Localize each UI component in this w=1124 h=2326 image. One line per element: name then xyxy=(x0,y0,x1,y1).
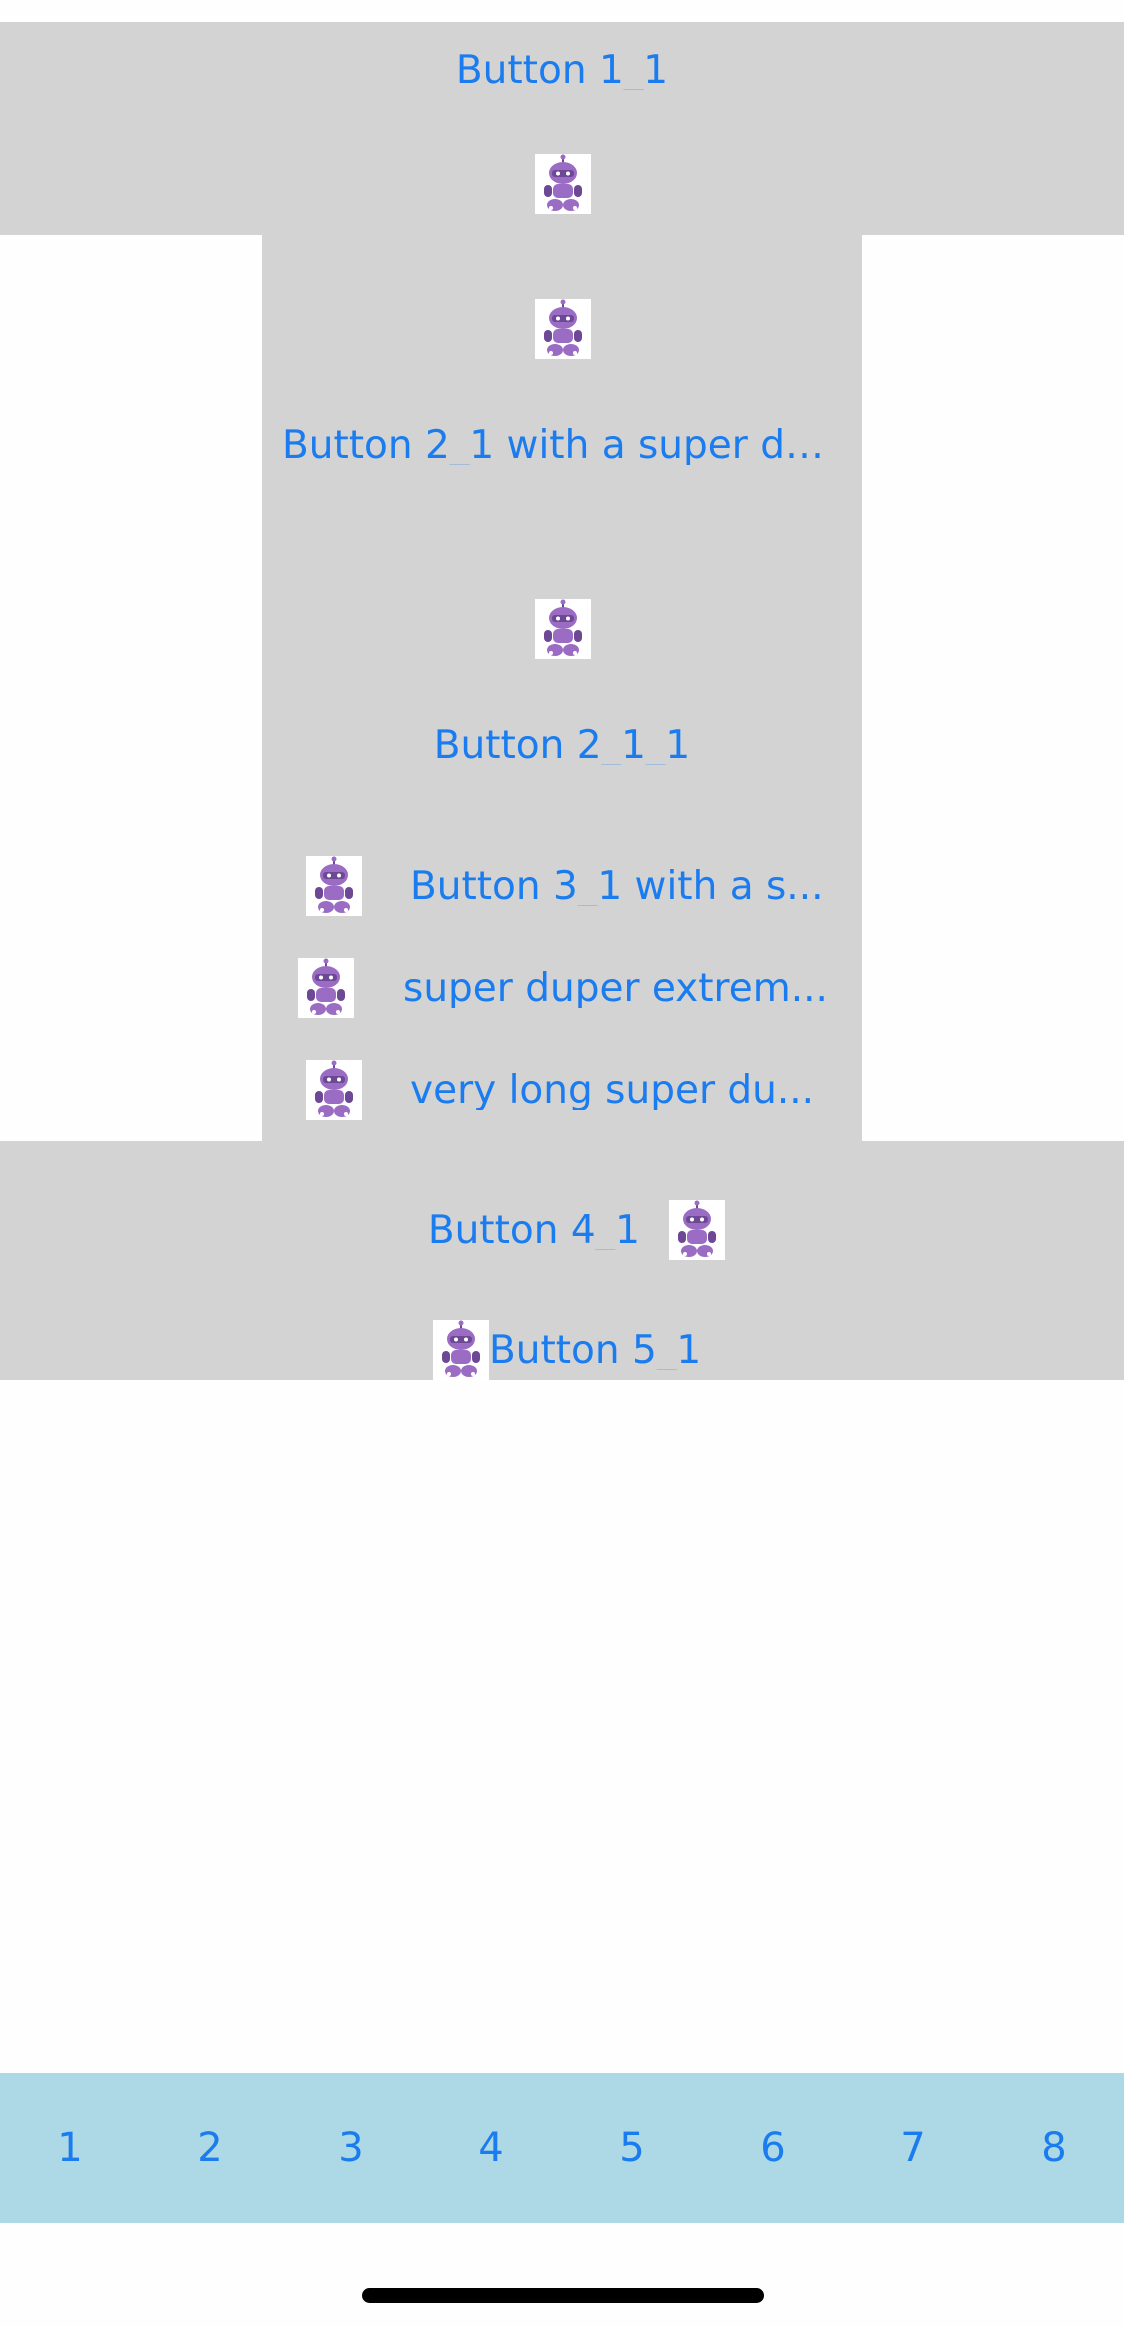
tab-4-label: 4 xyxy=(478,2125,504,2171)
button-2-1-1-label: Button 2_1_1 xyxy=(433,725,691,765)
robot-icon[interactable] xyxy=(535,299,591,359)
button-3-2[interactable]: super duper extrem... xyxy=(403,958,835,1018)
robot-icon[interactable] xyxy=(535,154,591,214)
tab-bar: 1 2 3 4 5 6 7 8 xyxy=(0,2073,1124,2223)
tab-2-label: 2 xyxy=(197,2125,223,2171)
button-2-1-1[interactable]: Button 2_1_1 xyxy=(282,715,842,775)
robot-icon[interactable] xyxy=(306,856,362,916)
tab-1-label: 1 xyxy=(57,2125,83,2171)
button-3-3-label: very long super du... xyxy=(410,1070,815,1110)
button-4-1-label: Button 4_1 xyxy=(427,1210,640,1250)
tab-6-label: 6 xyxy=(760,2125,786,2171)
tab-8-label: 8 xyxy=(1041,2125,1067,2171)
button-3-1-label: Button 3_1 with a s... xyxy=(410,866,824,906)
tab-1[interactable]: 1 xyxy=(10,2073,130,2223)
button-4-1[interactable]: Button 4_1 xyxy=(380,1200,640,1260)
button-3-1[interactable]: Button 3_1 with a s... xyxy=(410,856,830,916)
tab-7[interactable]: 7 xyxy=(853,2073,973,2223)
button-1-1-label: Button 1_1 xyxy=(455,50,669,90)
tab-2[interactable]: 2 xyxy=(150,2073,270,2223)
button-3-2-label: super duper extrem... xyxy=(403,968,828,1008)
tab-4[interactable]: 4 xyxy=(431,2073,551,2223)
button-5-1-label: Button 5_1 xyxy=(489,1330,702,1370)
button-2-1[interactable]: Button 2_1 with a super du... xyxy=(282,415,842,475)
robot-icon[interactable] xyxy=(535,599,591,659)
robot-icon[interactable] xyxy=(433,1320,489,1380)
tab-3-label: 3 xyxy=(338,2125,364,2171)
button-2-1-label: Button 2_1 with a super du... xyxy=(282,425,842,465)
tab-6[interactable]: 6 xyxy=(713,2073,833,2223)
tab-7-label: 7 xyxy=(900,2125,926,2171)
tab-3[interactable]: 3 xyxy=(291,2073,411,2223)
robot-icon[interactable] xyxy=(669,1200,725,1260)
screen: Button 1_1 Button 2_1 with a super du...… xyxy=(0,0,1124,2326)
tab-8[interactable]: 8 xyxy=(994,2073,1114,2223)
robot-icon[interactable] xyxy=(306,1060,362,1120)
button-3-3[interactable]: very long super du... xyxy=(410,1060,830,1120)
tab-5[interactable]: 5 xyxy=(572,2073,692,2223)
button-5-1[interactable]: Button 5_1 xyxy=(489,1320,719,1380)
button-1-1[interactable]: Button 1_1 xyxy=(262,40,862,100)
home-indicator xyxy=(362,2288,764,2303)
robot-icon[interactable] xyxy=(298,958,354,1018)
tab-5-label: 5 xyxy=(619,2125,645,2171)
